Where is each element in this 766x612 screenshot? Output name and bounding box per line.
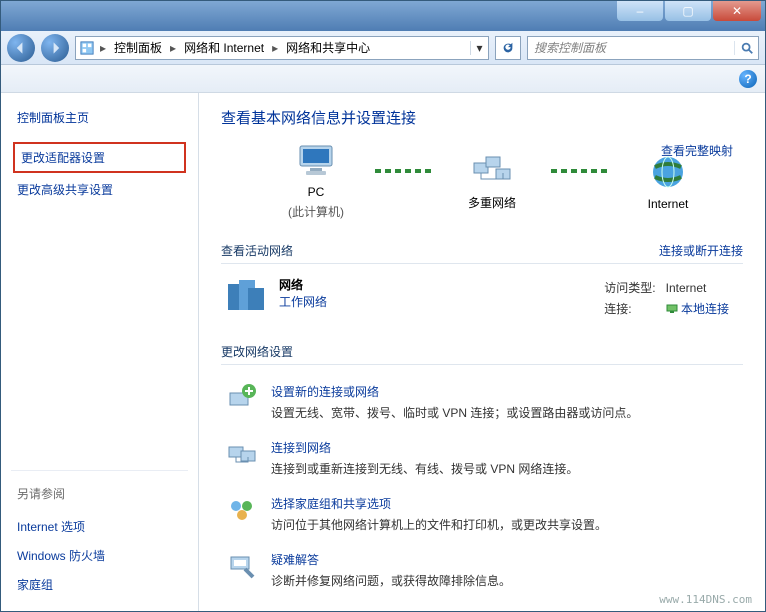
homegroup-icon bbox=[227, 495, 257, 525]
network-icon bbox=[472, 153, 512, 190]
task-connect-network[interactable]: 连接到网络连接到或重新连接到无线、有线、拨号或 VPN 网络连接。 bbox=[227, 439, 743, 477]
connection-line bbox=[375, 169, 433, 173]
search-input[interactable]: 搜索控制面板 bbox=[527, 36, 759, 60]
network-map: 查看完整映射 PC (此计算机) 多重网络 Internet bbox=[261, 144, 723, 220]
sidebar: 控制面板主页 更改适配器设置 更改高级共享设置 另请参阅 Internet 选项… bbox=[1, 93, 199, 611]
view-full-map-link[interactable]: 查看完整映射 bbox=[661, 142, 733, 159]
connect-disconnect-link[interactable]: 连接或断开连接 bbox=[659, 242, 743, 259]
sidebar-home[interactable]: 控制面板主页 bbox=[17, 109, 182, 126]
control-panel-icon bbox=[76, 41, 98, 55]
minimize-button[interactable]: – bbox=[617, 1, 663, 21]
breadcrumb-network-internet[interactable]: 网络和 Internet bbox=[178, 37, 270, 59]
network-type-link[interactable]: 工作网络 bbox=[279, 295, 327, 309]
lan-icon bbox=[666, 302, 678, 317]
section-active-networks: 查看活动网络 连接或断开连接 bbox=[221, 238, 743, 264]
access-type-value: Internet bbox=[666, 278, 737, 297]
node-this-pc[interactable]: PC (此计算机) bbox=[261, 144, 371, 220]
sidebar-change-adapter[interactable]: 更改适配器设置 bbox=[13, 142, 186, 173]
refresh-button[interactable] bbox=[495, 36, 521, 60]
sidebar-homegroup[interactable]: 家庭组 bbox=[17, 576, 182, 593]
network-name: 网络 bbox=[279, 278, 303, 292]
nav-bar: ▸ 控制面板 ▸ 网络和 Internet ▸ 网络和共享中心 ▾ 搜索控制面板 bbox=[1, 31, 765, 65]
close-button[interactable]: ✕ bbox=[713, 1, 761, 21]
sidebar-advanced-sharing[interactable]: 更改高级共享设置 bbox=[17, 181, 182, 198]
local-connection-link[interactable]: 本地连接 bbox=[681, 302, 729, 316]
help-icon[interactable]: ? bbox=[739, 70, 757, 88]
task-troubleshoot[interactable]: 疑难解答诊断并修复网络问题，或获得故障排除信息。 bbox=[227, 551, 743, 589]
connections-label: 连接: bbox=[604, 299, 663, 318]
page-title: 查看基本网络信息并设置连接 bbox=[221, 107, 743, 128]
sidebar-internet-options[interactable]: Internet 选项 bbox=[17, 518, 182, 535]
pc-icon bbox=[296, 144, 336, 181]
sidebar-see-also-label: 另请参阅 bbox=[17, 485, 182, 502]
content-pane: 查看基本网络信息并设置连接 查看完整映射 PC (此计算机) 多重网络 Inte… bbox=[199, 93, 765, 611]
breadcrumb-dropdown[interactable]: ▾ bbox=[470, 41, 488, 55]
connection-line bbox=[551, 169, 609, 173]
task-setup-connection[interactable]: 设置新的连接或网络设置无线、宽带、拨号、临时或 VPN 连接；或设置路由器或访问… bbox=[227, 383, 743, 421]
back-button[interactable] bbox=[7, 34, 35, 62]
node-multi-network[interactable]: 多重网络 bbox=[437, 153, 547, 211]
sidebar-firewall[interactable]: Windows 防火墙 bbox=[17, 547, 182, 564]
forward-button[interactable] bbox=[41, 34, 69, 62]
setup-connection-icon bbox=[227, 383, 257, 413]
access-type-label: 访问类型: bbox=[604, 278, 663, 297]
search-placeholder: 搜索控制面板 bbox=[528, 39, 734, 56]
node-internet[interactable]: Internet bbox=[613, 154, 723, 211]
maximize-button[interactable]: ▢ bbox=[665, 1, 711, 21]
section-change-settings: 更改网络设置 bbox=[221, 339, 743, 365]
task-homegroup-sharing[interactable]: 选择家庭组和共享选项访问位于其他网络计算机上的文件和打印机，或更改共享设置。 bbox=[227, 495, 743, 533]
connect-network-icon bbox=[227, 439, 257, 469]
title-bar: – ▢ ✕ bbox=[1, 1, 765, 31]
watermark: www.114DNS.com bbox=[659, 593, 752, 606]
toolbar: ? bbox=[1, 65, 765, 93]
breadcrumb[interactable]: ▸ 控制面板 ▸ 网络和 Internet ▸ 网络和共享中心 ▾ bbox=[75, 36, 489, 60]
globe-icon bbox=[650, 154, 686, 193]
troubleshoot-icon bbox=[227, 551, 257, 581]
breadcrumb-control-panel[interactable]: 控制面板 bbox=[108, 37, 168, 59]
breadcrumb-sharing-center[interactable]: 网络和共享中心 bbox=[280, 37, 376, 59]
network-group-icon bbox=[225, 276, 267, 321]
search-icon[interactable] bbox=[734, 41, 758, 55]
